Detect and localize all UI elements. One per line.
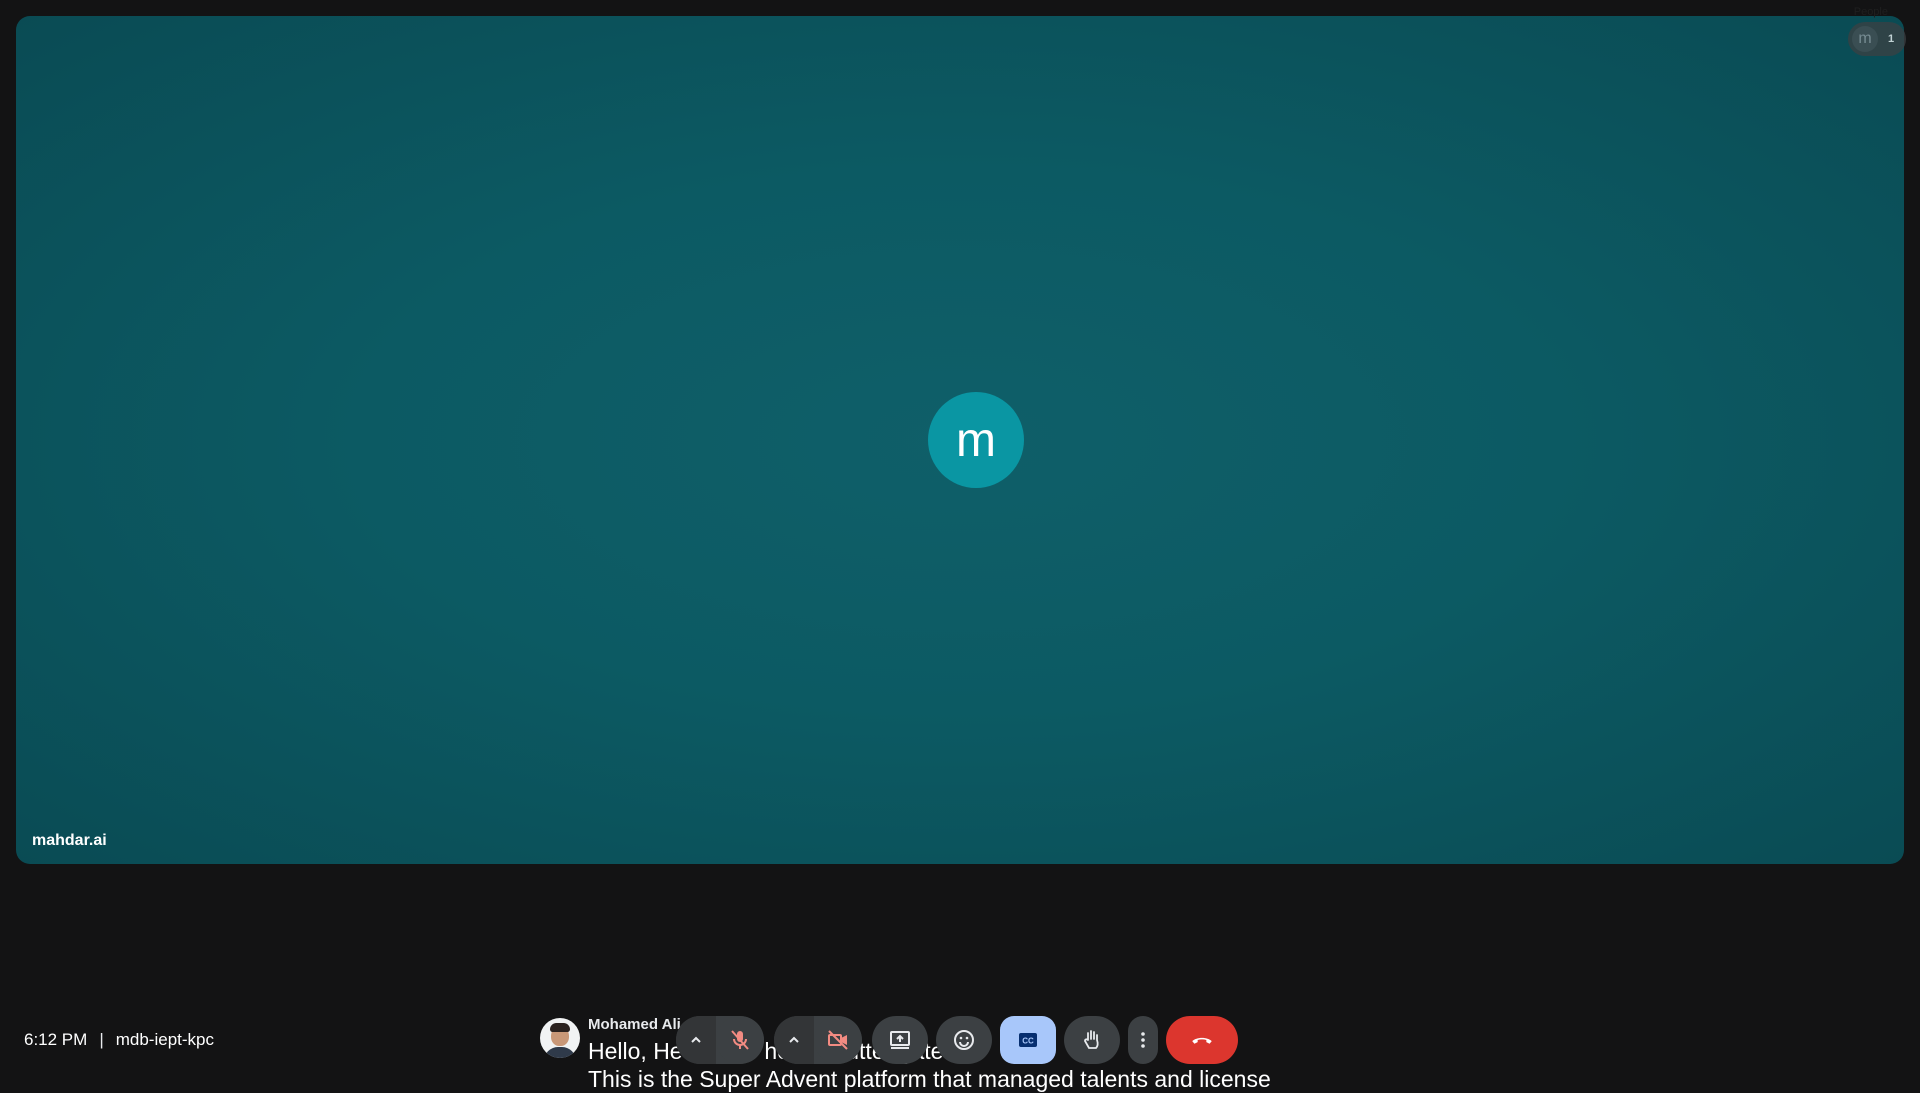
- raise-hand-button[interactable]: [1064, 1016, 1120, 1064]
- more-options-button[interactable]: [1128, 1016, 1158, 1064]
- audio-options-button[interactable]: [676, 1016, 716, 1064]
- separator: |: [99, 1030, 104, 1049]
- captions-button[interactable]: CC: [1000, 1016, 1056, 1064]
- speaker-avatar: [540, 1018, 580, 1058]
- call-controls-bar: CC: [676, 1016, 1246, 1064]
- mic-off-icon: [731, 1030, 749, 1050]
- microphone-button[interactable]: [716, 1016, 764, 1064]
- clock-time: 6:12 PM: [24, 1030, 88, 1049]
- people-avatar: m: [1852, 26, 1878, 52]
- participant-avatar: m: [928, 392, 1024, 488]
- people-count: 1: [1888, 33, 1895, 45]
- call-end-icon: [1192, 1037, 1212, 1044]
- camera-control: [774, 1016, 862, 1064]
- camera-button[interactable]: [814, 1016, 862, 1064]
- hand-icon: [1084, 1030, 1099, 1049]
- participant-name: mahdar.ai: [32, 832, 107, 849]
- microphone-control: [676, 1016, 764, 1064]
- closed-captions-icon: CC: [1019, 1033, 1037, 1047]
- leave-call-button[interactable]: [1166, 1016, 1238, 1064]
- meeting-code[interactable]: mdb-iept-kpc: [116, 1030, 214, 1050]
- chevron-up-icon: [691, 1036, 701, 1043]
- people-tooltip: People: [1853, 6, 1888, 18]
- chevron-up-icon: [789, 1036, 799, 1043]
- participant-tile: m mahdar.ai: [16, 16, 1904, 864]
- people-button[interactable]: m 1: [1848, 22, 1906, 56]
- reactions-button[interactable]: [936, 1016, 992, 1064]
- more-vert-icon: [1141, 1032, 1145, 1048]
- camera-off-icon: [828, 1030, 848, 1050]
- video-options-button[interactable]: [774, 1016, 814, 1064]
- meeting-details: 6:12 PM | mdb-iept-kpc: [24, 1030, 214, 1050]
- emoji-icon: [954, 1030, 974, 1050]
- svg-text:CC: CC: [1022, 1037, 1034, 1046]
- present-button[interactable]: [872, 1016, 928, 1064]
- speaker-name: Mohamed Ali: [588, 1016, 681, 1033]
- present-screen-icon: [890, 1031, 910, 1049]
